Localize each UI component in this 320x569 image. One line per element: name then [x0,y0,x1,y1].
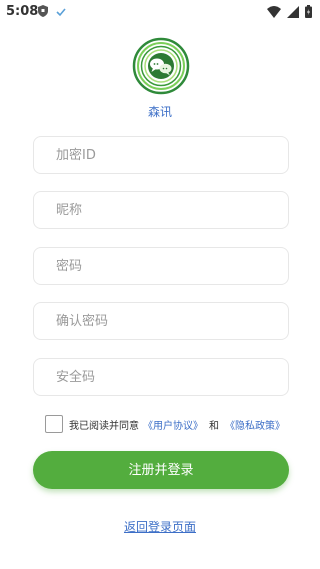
chat-bubbles-logo [132,37,190,95]
nickname-input[interactable] [34,192,288,228]
encrypted-id-input[interactable] [34,137,288,173]
shield-icon [38,5,48,21]
agreement-text: 我已阅读并同意 [69,420,139,432]
status-bar: 5:08 [0,0,320,24]
confirm-password-field[interactable] [33,302,289,340]
register-and-login-button[interactable]: 注册并登录 [33,451,289,489]
app-logo [132,37,190,95]
encrypted-id-field[interactable] [33,136,289,174]
nickname-field[interactable] [33,191,289,229]
password-field[interactable] [33,247,289,285]
privacy-policy-link[interactable]: 《隐私政策》 [225,417,285,432]
agreement-and-text: 和 [209,420,219,432]
password-input[interactable] [34,248,288,284]
back-to-login-link[interactable]: 返回登录页面 [0,518,320,535]
security-code-input[interactable] [34,359,288,395]
check-icon [56,6,66,21]
user-agreement-link[interactable]: 《用户协议》 [143,417,203,432]
agreement-row: 我已阅读并同意 《用户协议》 和 《隐私政策》 [45,414,285,434]
wifi-icon [267,5,281,22]
security-code-field[interactable] [33,358,289,396]
signal-icon [287,5,299,22]
app-name: 森讯 [147,105,172,119]
battery-icon [305,5,312,22]
confirm-password-input[interactable] [34,303,288,339]
status-time: 5:08 [6,4,39,19]
agreement-checkbox[interactable] [45,415,63,433]
